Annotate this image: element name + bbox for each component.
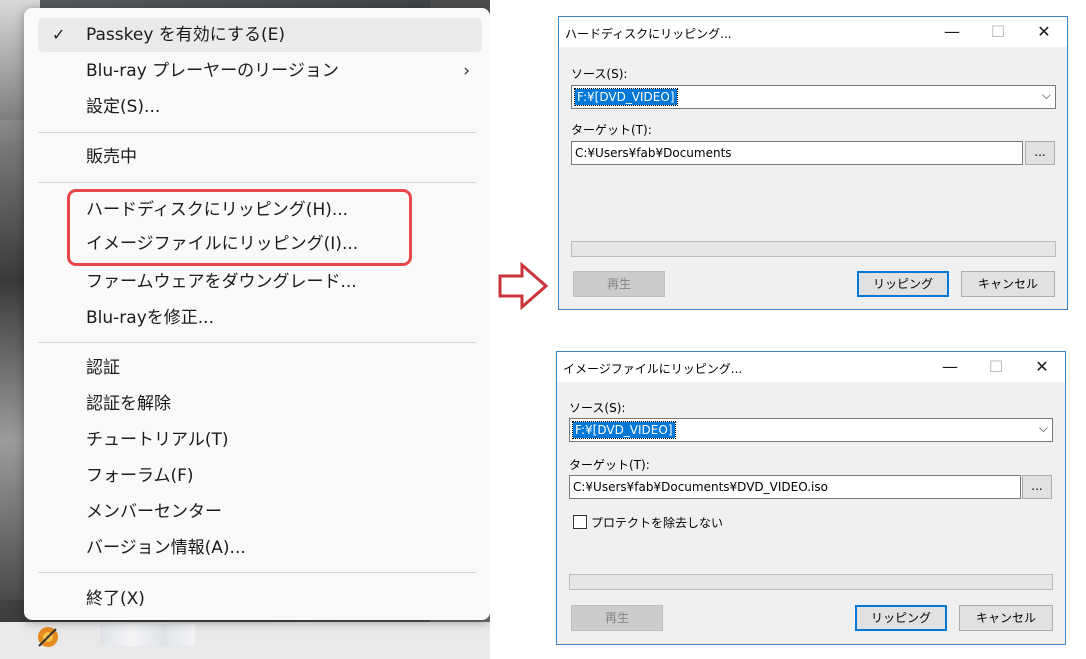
- target-input[interactable]: C:¥Users¥fab¥Documents: [571, 141, 1023, 165]
- chevron-down-icon: ⌵: [1038, 421, 1048, 435]
- protect-checkbox[interactable]: [573, 515, 587, 529]
- rip-button[interactable]: リッピング: [855, 605, 947, 631]
- tray-context-menu: ✓ Passkey を有効にする(E) Blu-ray プレーヤーのリージョン …: [24, 8, 490, 620]
- dialog-title: イメージファイルにリッピング...: [563, 362, 743, 376]
- taskbar: [0, 622, 490, 659]
- menu-item-label: バージョン情報(A)...: [86, 538, 246, 558]
- desktop-background: ✓ Passkey を有効にする(E) Blu-ray プレーヤーのリージョン …: [0, 0, 490, 659]
- menu-item-fix-bluray[interactable]: Blu-rayを修正...: [38, 301, 482, 335]
- menu-item-label: 販売中: [86, 147, 137, 167]
- source-combobox[interactable]: F:¥[DVD_VIDEO] ⌵: [571, 85, 1056, 109]
- screenshot-stage: ✓ Passkey を有効にする(E) Blu-ray プレーヤーのリージョン …: [0, 0, 1086, 659]
- source-label: ソース(S):: [569, 401, 626, 415]
- close-icon[interactable]: ✕: [1021, 19, 1067, 45]
- maximize-icon: ☐: [988, 357, 1004, 376]
- arrow-right-icon: [498, 262, 549, 310]
- protect-checkbox-label: プロテクトを除去しない: [591, 516, 724, 530]
- target-label: ターゲット(T):: [569, 458, 650, 472]
- chevron-down-icon: ⌵: [1041, 88, 1051, 102]
- rip-items-highlight-box: [67, 189, 412, 266]
- source-combobox[interactable]: F:¥[DVD_VIDEO] ⌵: [569, 418, 1053, 442]
- menu-separator: [38, 342, 476, 343]
- menu-item-about[interactable]: バージョン情報(A)...: [38, 531, 482, 565]
- target-label: ターゲット(T):: [571, 123, 652, 137]
- menu-item-exit[interactable]: 終了(X): [38, 582, 482, 616]
- progress-bar: [569, 574, 1053, 590]
- minimize-icon[interactable]: —: [929, 19, 975, 45]
- checkmark-icon: ✓: [52, 25, 66, 44]
- menu-item-settings[interactable]: 設定(S)...: [38, 90, 482, 124]
- menu-item-label: 認証を解除: [86, 394, 171, 414]
- dialog-title: ハードディスクにリッピング...: [565, 27, 732, 41]
- menu-item-register[interactable]: 認証: [38, 351, 482, 385]
- menu-item-label: 設定(S)...: [86, 97, 161, 117]
- browse-button[interactable]: ...: [1025, 141, 1055, 165]
- menu-separator: [38, 572, 476, 573]
- chevron-right-icon: ›: [463, 61, 470, 81]
- close-icon[interactable]: ✕: [1019, 354, 1065, 380]
- menu-separator: [38, 132, 476, 133]
- dialog-rip-to-hdd: ハードディスクにリッピング... — ☐ ✕ ソース(S): F:¥[DVD_V…: [558, 16, 1068, 310]
- menu-item-member-center[interactable]: メンバーセンター: [38, 495, 482, 529]
- play-button[interactable]: 再生: [571, 605, 663, 631]
- menu-item-label: フォーラム(F): [86, 466, 194, 486]
- minimize-icon[interactable]: —: [927, 354, 973, 380]
- dvdfab-tray-icon[interactable]: [34, 624, 64, 650]
- menu-item-label: 終了(X): [86, 589, 145, 609]
- source-value: F:¥[DVD_VIDEO]: [574, 88, 678, 106]
- maximize-icon: ☐: [990, 22, 1006, 41]
- cancel-button[interactable]: キャンセル: [961, 271, 1055, 297]
- dialog-rip-to-image: イメージファイルにリッピング... — ☐ ✕ ソース(S): F:¥[DVD_…: [556, 351, 1066, 645]
- menu-item-label: 認証: [86, 358, 120, 378]
- source-label: ソース(S):: [571, 67, 628, 81]
- menu-item-downgrade-firmware[interactable]: ファームウェアをダウングレード...: [38, 265, 482, 299]
- menu-item-label: チュートリアル(T): [86, 430, 229, 450]
- menu-item-passkey-enable[interactable]: ✓ Passkey を有効にする(E): [38, 18, 482, 52]
- menu-separator: [38, 182, 476, 183]
- play-button[interactable]: 再生: [573, 271, 665, 297]
- dialog-titlebar: イメージファイルにリッピング... — ☐ ✕: [557, 352, 1065, 382]
- menu-item-label: メンバーセンター: [86, 502, 222, 522]
- menu-item-bluray-region[interactable]: Blu-ray プレーヤーのリージョン ›: [38, 54, 482, 88]
- menu-item-forum[interactable]: フォーラム(F): [38, 459, 482, 493]
- menu-item-label: Blu-rayを修正...: [86, 308, 214, 328]
- menu-item-label: Passkey を有効にする(E): [86, 25, 285, 45]
- menu-item-label: Blu-ray プレーヤーのリージョン: [86, 61, 339, 81]
- taskbar-blurred-item: [100, 624, 195, 646]
- dialog-titlebar: ハードディスクにリッピング... — ☐ ✕: [559, 17, 1067, 47]
- target-input[interactable]: C:¥Users¥fab¥Documents¥DVD_VIDEO.iso: [569, 475, 1021, 499]
- browse-button[interactable]: ...: [1022, 475, 1052, 499]
- menu-item-tutorial[interactable]: チュートリアル(T): [38, 423, 482, 457]
- menu-item-unregister[interactable]: 認証を解除: [38, 387, 482, 421]
- menu-item-on-sale[interactable]: 販売中: [38, 140, 482, 174]
- cancel-button[interactable]: キャンセル: [959, 605, 1053, 631]
- source-value: F:¥[DVD_VIDEO]: [572, 421, 676, 439]
- menu-item-label: ファームウェアをダウングレード...: [86, 272, 357, 292]
- progress-bar: [571, 241, 1056, 257]
- rip-button[interactable]: リッピング: [857, 271, 949, 297]
